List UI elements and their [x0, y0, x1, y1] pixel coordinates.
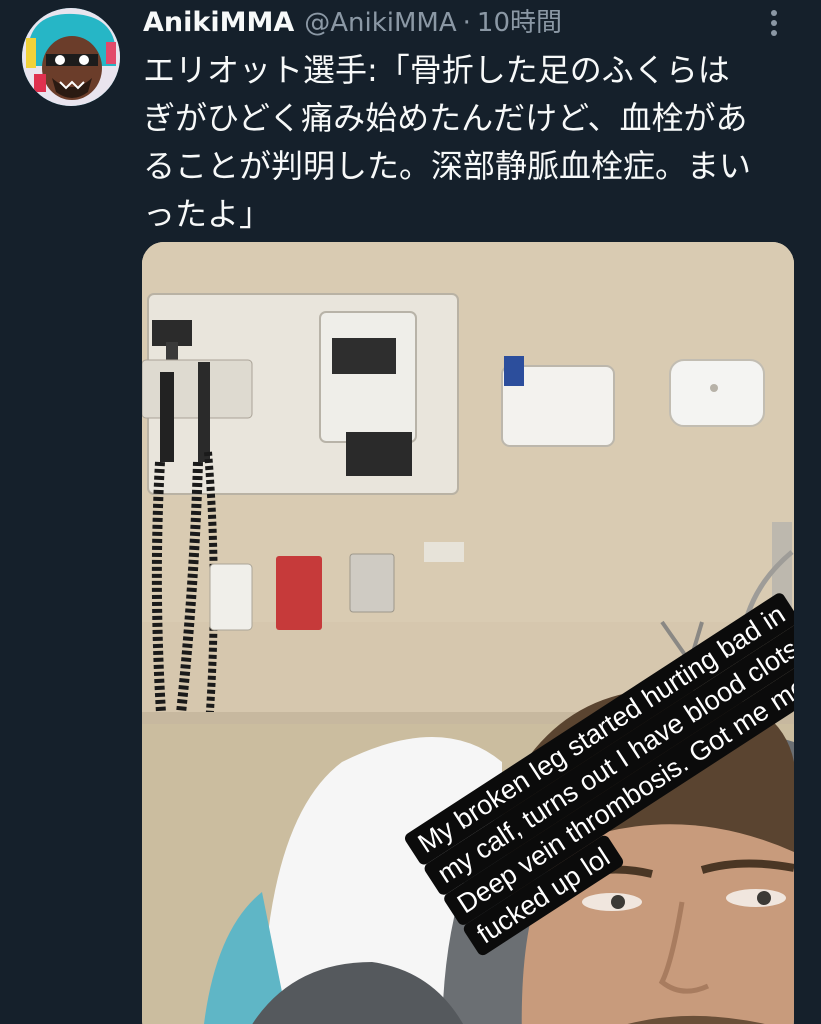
tweet-text-line: ることが判明した。深部静脈血栓症。まい [143, 147, 752, 185]
tweet-media-photo[interactable]: My broken leg started hurting bad in my … [142, 242, 794, 1024]
tweet-text-line: ぎがひどく痛み始めたんだけど、血栓があ [143, 99, 748, 137]
tweet-text: エリオット選手:「骨折した足のふくらは ぎがひどく痛み始めたんだけど、血栓があ … [143, 46, 803, 238]
avatar-icon [22, 8, 120, 106]
display-name[interactable]: AnikiMMA [143, 7, 294, 38]
more-options-button[interactable] [762, 8, 786, 38]
tweet: AnikiMMA @AnikiMMA · 10時間 エリオット選手:「骨折した足… [0, 0, 821, 1024]
more-options-icon [771, 10, 777, 36]
avatar[interactable] [22, 8, 120, 106]
user-handle[interactable]: @AnikiMMA [304, 8, 456, 38]
tweet-text-line: ったよ」 [143, 195, 272, 233]
tweet-header: AnikiMMA @AnikiMMA · 10時間 [143, 2, 562, 42]
timestamp[interactable]: 10時間 [477, 2, 562, 39]
tweet-text-line: エリオット選手:「骨折した足のふくらは [143, 51, 730, 89]
hospital-selfie-photo [142, 242, 794, 1024]
separator-dot: · [462, 8, 471, 38]
